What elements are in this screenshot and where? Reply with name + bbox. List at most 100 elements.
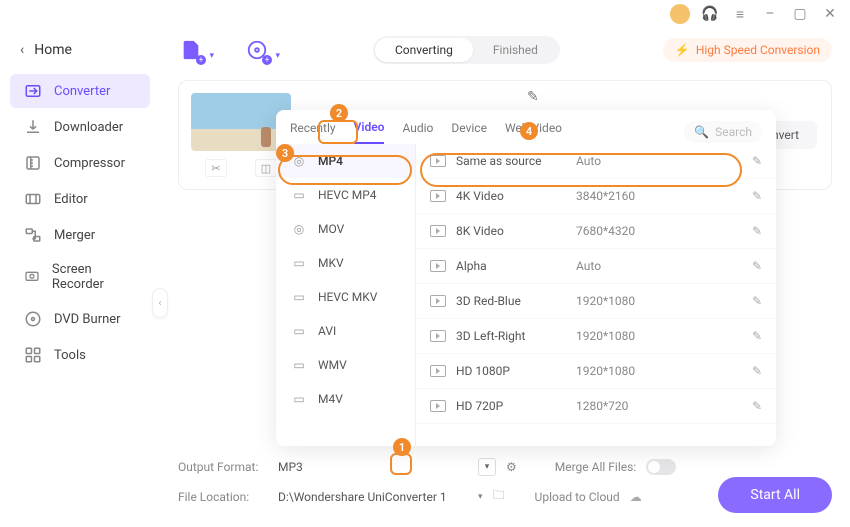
- edit-preset-icon[interactable]: ✎: [752, 364, 762, 378]
- sidebar-home[interactable]: ‹ Home: [0, 36, 160, 72]
- preset-same-as-source[interactable]: Same as sourceAuto✎: [416, 144, 776, 179]
- format-mp4[interactable]: ◎MP4: [276, 144, 415, 178]
- format-m4v[interactable]: ▭M4V: [276, 382, 415, 416]
- merger-icon: [24, 226, 42, 244]
- open-folder-icon[interactable]: 🗀: [493, 486, 505, 507]
- edit-preset-icon[interactable]: ✎: [752, 154, 762, 168]
- sidebar-item-compressor[interactable]: Compressor: [10, 146, 150, 180]
- add-file-button[interactable]: + ▾: [178, 37, 204, 63]
- merge-files-toggle[interactable]: [646, 459, 676, 475]
- chevron-left-icon: ‹: [20, 42, 24, 58]
- add-dvd-button[interactable]: + ▾: [244, 37, 270, 63]
- output-format-dropdown[interactable]: ▾: [478, 458, 496, 476]
- tab-web-video[interactable]: Web Video: [505, 121, 562, 143]
- footer: Output Format: MP3 ▾ ⚙ Merge All Files: …: [178, 458, 832, 517]
- output-format-label: Output Format:: [178, 460, 268, 474]
- preset-label: HD 1080P: [456, 364, 576, 378]
- chevron-down-icon: ▾: [209, 51, 214, 61]
- format-panel: Recently Video Audio Device Web Video 🔍 …: [276, 110, 776, 446]
- format-mov[interactable]: ◎MOV: [276, 212, 415, 246]
- preset-hd-1080p[interactable]: HD 1080P1920*1080✎: [416, 354, 776, 389]
- sidebar-item-label: Editor: [54, 192, 88, 207]
- preset-resolution: Auto: [576, 154, 752, 168]
- search-placeholder: Search: [715, 125, 752, 139]
- play-icon: [430, 295, 446, 307]
- download-icon: [24, 118, 42, 136]
- close-button[interactable]: ✕: [820, 4, 840, 24]
- support-icon[interactable]: 🎧: [700, 4, 720, 24]
- output-format-value: MP3: [278, 460, 468, 474]
- upload-cloud-label: Upload to Cloud: [535, 490, 620, 504]
- format-avi[interactable]: ▭AVI: [276, 314, 415, 348]
- format-label: AVI: [318, 324, 336, 338]
- format-search[interactable]: 🔍 Search: [684, 121, 762, 143]
- edit-preset-icon[interactable]: ✎: [752, 294, 762, 308]
- edit-preset-icon[interactable]: ✎: [752, 329, 762, 343]
- sidebar-item-tools[interactable]: Tools: [10, 338, 150, 372]
- sidebar-item-label: Compressor: [54, 156, 125, 171]
- edit-preset-icon[interactable]: ✎: [752, 224, 762, 238]
- preset-8k[interactable]: 8K Video7680*4320✎: [416, 214, 776, 249]
- seg-finished[interactable]: Finished: [473, 38, 558, 62]
- start-all-button[interactable]: Start All: [718, 477, 832, 513]
- edit-icon[interactable]: ✎: [527, 89, 539, 105]
- preset-3d-red-blue[interactable]: 3D Red-Blue1920*1080✎: [416, 284, 776, 319]
- format-hevc-mp4[interactable]: ▭ HEVC MP4: [276, 178, 415, 212]
- sidebar-home-label: Home: [34, 42, 72, 58]
- sidebar-item-converter[interactable]: Converter: [10, 74, 150, 108]
- play-icon: [430, 225, 446, 237]
- output-settings-icon[interactable]: ⚙: [506, 460, 517, 474]
- titlebar: 🎧 ≡ – ▢ ✕: [0, 0, 850, 28]
- plus-icon: +: [196, 55, 206, 65]
- format-label: MOV: [318, 222, 344, 236]
- tab-recently[interactable]: Recently: [290, 121, 336, 143]
- preset-resolution: 1920*1080: [576, 329, 752, 343]
- preset-label: HD 720P: [456, 399, 576, 413]
- menu-icon[interactable]: ≡: [730, 4, 750, 24]
- format-wmv[interactable]: ▭WMV: [276, 348, 415, 382]
- format-label: MKV: [318, 256, 344, 270]
- preset-label: 4K Video: [456, 189, 576, 203]
- preset-3d-left-right[interactable]: 3D Left-Right1920*1080✎: [416, 319, 776, 354]
- cloud-icon[interactable]: ☁: [630, 490, 642, 504]
- preset-4k[interactable]: 4K Video3840*2160✎: [416, 179, 776, 214]
- sidebar-item-label: Screen Recorder: [52, 262, 136, 292]
- sidebar-item-editor[interactable]: Editor: [10, 182, 150, 216]
- edit-preset-icon[interactable]: ✎: [752, 189, 762, 203]
- tab-video[interactable]: Video: [354, 120, 385, 144]
- lightning-icon: ⚡: [675, 43, 690, 57]
- plus-icon: +: [262, 55, 272, 65]
- crop-button[interactable]: ◫: [255, 159, 277, 177]
- play-icon: [430, 190, 446, 202]
- format-hevc-mkv[interactable]: ▭HEVC MKV: [276, 280, 415, 314]
- sidebar-item-screen-recorder[interactable]: Screen Recorder: [10, 254, 150, 300]
- chevron-down-icon[interactable]: ▾: [478, 492, 483, 502]
- tab-device[interactable]: Device: [451, 121, 487, 143]
- sidebar-item-merger[interactable]: Merger: [10, 218, 150, 252]
- avatar[interactable]: [670, 4, 690, 24]
- minimize-button[interactable]: –: [760, 4, 780, 24]
- sidebar-item-downloader[interactable]: Downloader: [10, 110, 150, 144]
- sidebar-item-label: Downloader: [54, 120, 123, 135]
- maximize-button[interactable]: ▢: [790, 4, 810, 24]
- trim-button[interactable]: ✂: [205, 159, 227, 177]
- film-icon: ▭: [290, 256, 308, 270]
- format-mkv[interactable]: ▭ MKV: [276, 246, 415, 280]
- play-icon: [430, 155, 446, 167]
- format-label: MP4: [318, 154, 343, 168]
- seg-converting[interactable]: Converting: [375, 38, 473, 62]
- high-speed-toggle[interactable]: ⚡ High Speed Conversion: [663, 38, 832, 62]
- edit-preset-icon[interactable]: ✎: [752, 399, 762, 413]
- preset-label: 3D Left-Right: [456, 329, 576, 343]
- hevc-icon: ▭: [290, 188, 308, 202]
- sidebar-item-dvd-burner[interactable]: DVD Burner: [10, 302, 150, 336]
- preset-label: Same as source: [456, 154, 576, 168]
- high-speed-label: High Speed Conversion: [696, 43, 820, 57]
- film-icon: ▭: [290, 358, 308, 372]
- hevc-icon: ▭: [290, 290, 308, 304]
- preset-alpha[interactable]: AlphaAuto✎: [416, 249, 776, 284]
- preset-hd-720p[interactable]: HD 720P1280*720✎: [416, 389, 776, 424]
- edit-preset-icon[interactable]: ✎: [752, 259, 762, 273]
- format-label: HEVC MP4: [318, 188, 377, 202]
- tab-audio[interactable]: Audio: [402, 121, 433, 143]
